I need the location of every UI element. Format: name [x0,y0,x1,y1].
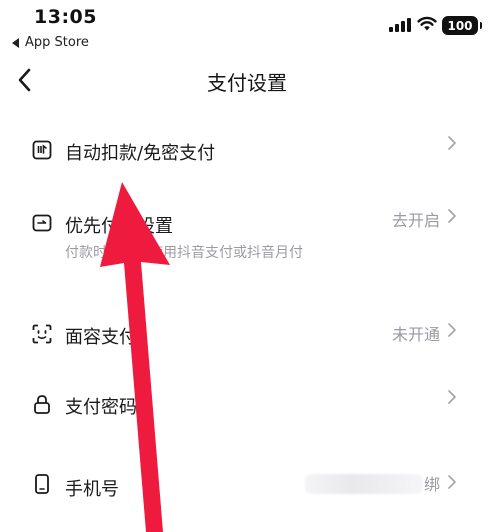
back-triangle-icon [12,37,19,48]
row-value: 绑 [423,475,440,494]
wifi-icon [417,16,437,31]
settings-row-payment-password[interactable]: 支付密码 [0,384,494,428]
settings-row-priority-payment[interactable]: 优先付款设置 付款时，优先使用抖音支付或抖音月付 去开启 [0,198,494,268]
row-value: 未开通 [391,325,440,344]
chevron-right-icon [448,136,456,150]
lock-icon [34,395,50,414]
battery-indicator: 100 [442,16,482,35]
chevron-right-icon [448,323,456,337]
settings-row-phone-number[interactable]: 手机号 绑 [0,464,494,508]
page-title: 支付设置 [207,71,287,95]
row-label: 支付密码 [65,397,137,418]
status-bar: 13:05 App Store 100 [0,0,494,56]
back-app-label: App Store [25,35,89,50]
cellular-signal-icon [389,18,411,32]
settings-row-auto-debit[interactable]: 自动扣款/免密支付 [0,128,494,172]
chevron-right-icon [448,390,456,404]
blurred-phone-number [305,474,423,494]
chevron-right-icon [448,475,456,489]
settings-row-face-pay[interactable]: 面容支付 未开通 [0,314,494,358]
row-subtitle: 付款时，优先使用抖音支付或抖音月付 [65,245,303,261]
phone-icon [35,474,49,494]
auto-debit-icon [32,140,52,160]
row-label: 优先付款设置 [65,216,173,237]
chevron-right-icon [448,209,456,223]
back-to-app-store-link[interactable]: App Store [12,35,89,50]
status-time: 13:05 [34,6,97,28]
row-value: 去开启 [391,211,440,230]
face-id-icon [32,324,52,344]
row-label: 自动扣款/免密支付 [65,143,216,164]
row-label: 面容支付 [65,327,137,348]
row-label: 手机号 [65,479,119,500]
priority-payment-icon [32,214,52,232]
navigation-bar: 支付设置 [0,56,494,104]
